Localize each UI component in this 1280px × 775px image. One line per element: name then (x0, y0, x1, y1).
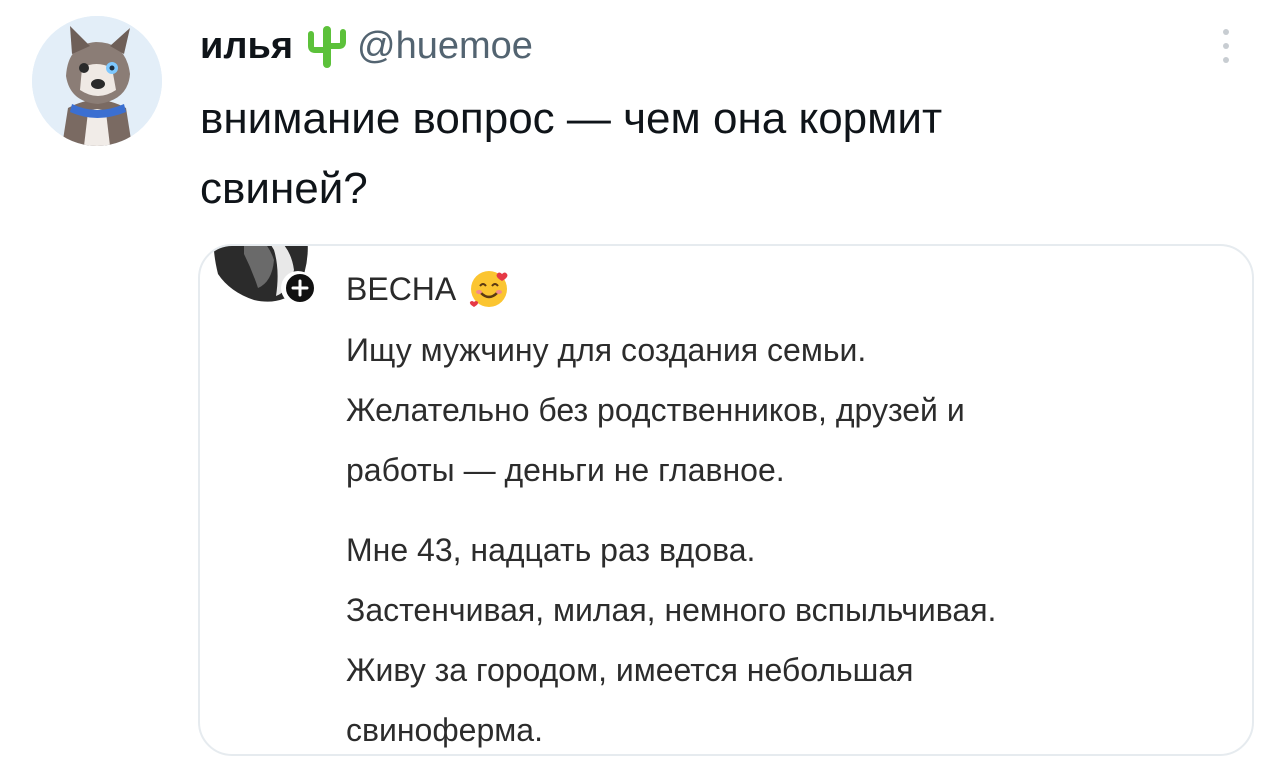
quote-text-line: Желательно без родственников, друзей и (346, 392, 965, 428)
quote-author-row: ВЕСНА (346, 268, 510, 310)
quote-author-avatar[interactable] (213, 246, 320, 306)
tweet-header: илья @huemoe (200, 22, 533, 70)
quoted-post-card[interactable]: ВЕСНА Ищу мужчину для создания семьи. Же… (198, 244, 1254, 756)
quote-author-name[interactable]: ВЕСНА (346, 269, 456, 309)
quote-text-line: свиноферма. (346, 712, 543, 748)
more-vertical-icon[interactable] (1216, 24, 1236, 68)
quote-text-line: Ищу мужчину для создания семьи. (346, 332, 867, 368)
tweet-text: внимание вопрос — чем она кормит свиней? (200, 84, 1200, 224)
quote-text-line: Застенчивая, милая, немного вспыльчивая. (346, 592, 997, 628)
cactus-icon (307, 22, 347, 70)
quote-text-line: Мне 43, надцать раз вдова. (346, 532, 756, 568)
quote-text: Ищу мужчину для создания семьи. Желатель… (346, 320, 1236, 754)
tweet-text-line: свиней? (200, 164, 368, 213)
smiling-face-with-hearts-icon (468, 268, 510, 310)
author-avatar[interactable] (32, 16, 162, 146)
quote-text-line: Живу за городом, имеется небольшая (346, 652, 914, 688)
author-handle[interactable]: @huemoe (357, 22, 533, 70)
tweet-text-line: внимание вопрос — чем она кормит (200, 94, 943, 143)
husky-avatar-image (32, 16, 162, 146)
quote-text-line: работы — деньги не главное. (346, 452, 785, 488)
plus-badge-icon[interactable] (284, 272, 316, 304)
author-display-name[interactable]: илья (200, 22, 293, 70)
